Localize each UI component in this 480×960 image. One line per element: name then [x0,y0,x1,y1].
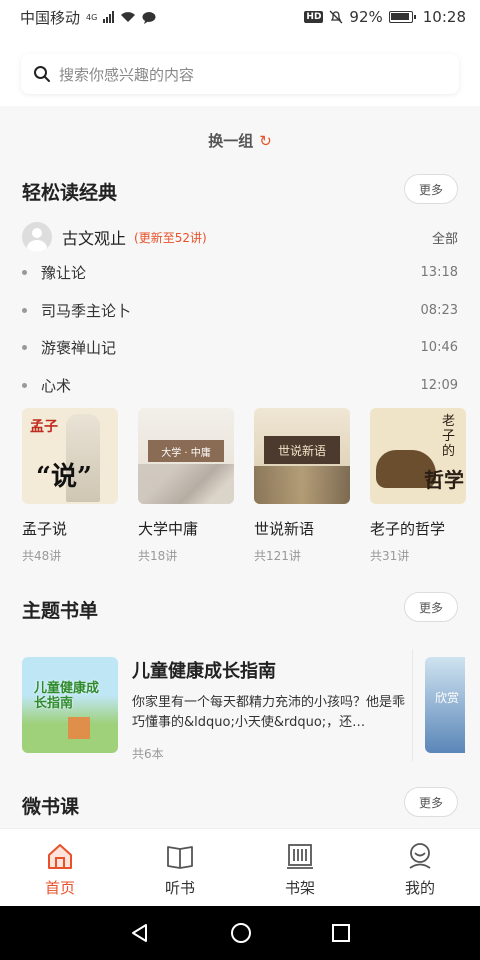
tab-bookshelf[interactable]: 书架 [240,829,360,906]
book-lecture-count: 共18讲 [138,549,178,563]
battery-icon [388,11,416,23]
bullet-icon [22,307,27,313]
book-card[interactable]: 孟子 “说” 孟子说 共48讲 [22,408,118,578]
topics-more-button[interactable]: 更多 [404,592,458,622]
booklist-cover[interactable]: 儿童健康成长指南 [22,657,118,753]
section-title-micro: 微书课 [22,796,80,818]
bullet-icon [22,269,27,275]
booklist-book-count: 共6本 [132,747,164,761]
tab-label: 听书 [164,879,195,897]
book-cover-title: 世说新语 [264,436,340,464]
booklist-next-cover-text: 欣赏 [435,691,460,705]
signal-icon [103,11,115,23]
battery-percent: 92% [349,8,383,26]
booklist-carousel[interactable]: 儿童健康成长指南 儿童健康成长指南 你家里有一个每天都精力充沛的小孩吗？他是乖巧… [22,649,480,761]
book-lecture-count: 共31讲 [370,549,410,563]
series-name: 古文观止 [62,229,127,248]
episode-title: 游褒禅山记 [41,338,117,357]
book-cover-title: 孟子 [30,419,58,435]
home-icon [48,844,72,869]
booklist-description: 你家里有一个每天都精力充沛的小孩吗？他是乖巧懂事的&ldquo;小天使&rdqu… [132,695,406,730]
book-cover-subtitle: “说” [36,462,92,492]
episode-duration: 10:46 [420,339,458,355]
refresh-label: 换一组 [208,132,254,150]
system-nav-bar [0,906,480,960]
series-header[interactable]: 古文观止 (更新至52讲) 全部 [22,222,458,252]
booklist-next-cover[interactable]: 欣赏 [425,657,465,753]
carrier-name: 中国移动 [20,8,81,27]
bookshelf-icon [287,844,313,869]
section-title-topics: 主题书单 [22,600,99,622]
episode-duration: 13:18 [420,264,458,280]
divider [412,649,413,761]
search-placeholder: 搜索你感兴趣的内容 [59,65,195,84]
tab-label: 书架 [284,879,315,897]
book-cover-subtitle: 哲学 [424,468,464,492]
episode-title: 心术 [41,376,72,395]
book-carousel[interactable]: 孟子 “说” 孟子说 共48讲 大学 · 中庸 大学中庸 共18讲 世说新语 世… [22,408,480,578]
user-icon [409,843,431,869]
episode-item[interactable]: 司马季主论卜 08:23 [22,298,458,322]
book-cover-landscape [138,464,234,504]
home-circle-icon[interactable] [230,922,252,944]
booklist-cover-house [68,717,90,739]
hd-icon: HD [304,11,324,23]
booklist-info[interactable]: 儿童健康成长指南 你家里有一个每天都精力充沛的小孩吗？他是乖巧懂事的&ldquo… [132,657,406,761]
episode-title: 司马季主论卜 [41,301,132,320]
status-bar: 中国移动 4G HD 92% 10:28 [0,0,480,34]
avatar [22,222,52,252]
book-cover-title: 老子的 [442,414,456,459]
book-card[interactable]: 世说新语 世说新语 共121讲 [254,408,350,578]
book-lecture-count: 共121讲 [254,549,301,563]
book-name: 孟子说 [22,520,68,538]
mute-icon [329,10,343,24]
message-icon [142,11,156,24]
episode-duration: 08:23 [420,302,458,318]
wifi-icon [121,12,136,22]
main-content[interactable]: 换一组 ↻ 轻松读经典 更多 古文观止 (更新至52讲) 全部 豫让论 13:18… [0,106,480,828]
search-input[interactable]: 搜索你感兴趣的内容 [21,54,459,94]
book-cover-landscape [254,466,350,504]
episode-item[interactable]: 游褒禅山记 10:46 [22,335,458,359]
book-name: 大学中庸 [138,520,199,538]
booklist-cover-title: 儿童健康成长指南 [34,681,100,711]
tab-listen[interactable]: 听书 [120,829,240,906]
section-title-classics: 轻松读经典 [22,182,118,204]
bottom-tab-bar: 首页 听书 书架 我的 [0,828,480,906]
refresh-icon: ↻ [259,132,272,150]
refresh-button[interactable]: 换一组 ↻ [0,130,480,151]
recents-icon[interactable] [331,923,351,943]
classics-more-button[interactable]: 更多 [404,174,458,204]
book-card[interactable]: 大学 · 中庸 大学中庸 共18讲 [138,408,234,578]
search-icon [34,66,50,82]
series-all-link[interactable]: 全部 [432,228,458,247]
back-icon[interactable] [129,922,151,944]
tab-label: 我的 [404,879,435,897]
book-name: 世说新语 [254,520,315,538]
bullet-icon [22,344,27,350]
network-type: 4G [86,12,98,22]
series-update-badge: (更新至52讲) [134,230,207,245]
book-cover-title: 大学 · 中庸 [148,440,224,462]
episode-duration: 12:09 [420,377,458,393]
episode-item[interactable]: 心术 12:09 [22,373,458,397]
book-card[interactable]: 老子的 哲学 老子的哲学 共31讲 [370,408,466,578]
micro-more-button[interactable]: 更多 [404,787,458,817]
booklist-title: 儿童健康成长指南 [132,661,276,682]
book-cover: 世说新语 [254,408,350,504]
book-cover: 孟子 “说” [22,408,118,504]
search-area: 搜索你感兴趣的内容 [0,34,480,106]
tab-home[interactable]: 首页 [0,829,120,906]
book-lecture-count: 共48讲 [22,549,62,563]
book-cover: 老子的 哲学 [370,408,466,504]
tab-label: 首页 [44,879,75,897]
book-cover: 大学 · 中庸 [138,408,234,504]
bullet-icon [22,382,27,388]
clock: 10:28 [422,8,466,26]
episode-title: 豫让论 [41,263,87,282]
book-name: 老子的哲学 [370,520,446,538]
episode-item[interactable]: 豫让论 13:18 [22,260,458,284]
book-icon [167,846,193,869]
tab-me[interactable]: 我的 [360,829,480,906]
